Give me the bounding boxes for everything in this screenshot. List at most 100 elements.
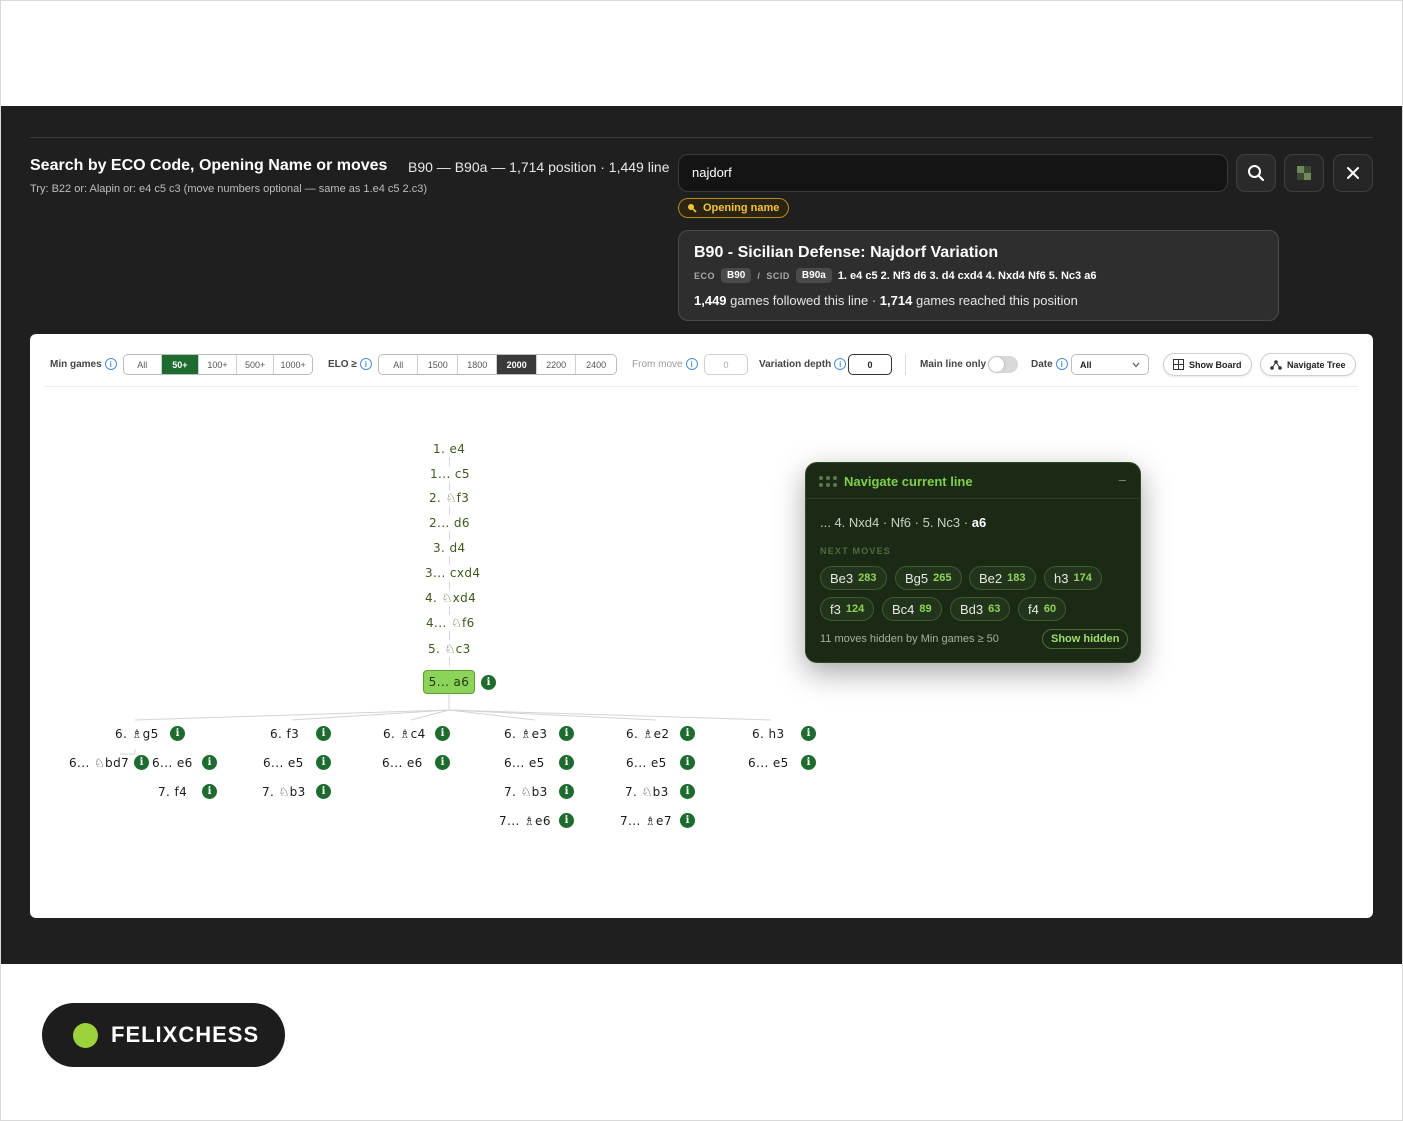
tree-move[interactable]: 7... ♗e6 <box>499 813 551 829</box>
result-stats: 1,449 games followed this line · 1,714 g… <box>694 293 1078 308</box>
info-icon[interactable]: i <box>202 755 217 770</box>
info-icon[interactable]: i <box>680 784 695 799</box>
collapse-button[interactable]: – <box>1119 472 1126 487</box>
current-line-move: a6 <box>971 515 987 530</box>
search-input[interactable]: najdorf <box>678 154 1228 192</box>
tree-move[interactable]: 7. ♘b3 <box>625 784 669 800</box>
next-move-chip[interactable]: Bc4 89 <box>882 597 942 621</box>
info-icon[interactable]: i <box>316 784 331 799</box>
info-icon[interactable]: i <box>559 813 574 828</box>
tree-move[interactable]: 3. d4 <box>433 540 466 556</box>
result-title: B90 - Sicilian Defense: Najdorf Variatio… <box>694 244 999 261</box>
tree-move[interactable]: 5. ♘c3 <box>428 641 471 657</box>
next-move-chip[interactable]: f3 124 <box>820 597 875 621</box>
tree-move[interactable]: 2... d6 <box>429 515 470 531</box>
tree-connector <box>449 531 450 540</box>
next-move-san: Be3 <box>830 570 854 586</box>
next-move-chip[interactable]: Bg5 265 <box>895 566 962 590</box>
current-move-node[interactable]: 5... a6 <box>423 670 475 694</box>
drag-handle-icon[interactable] <box>819 476 837 488</box>
next-move-san: Bc4 <box>892 601 915 617</box>
tree-move[interactable]: 6. h3 <box>752 726 785 742</box>
info-icon[interactable]: i <box>680 726 695 741</box>
next-move-chip[interactable]: f4 60 <box>1018 597 1067 621</box>
board-icon <box>1297 166 1311 180</box>
show-hidden-button[interactable]: Show hidden <box>1042 629 1129 649</box>
tree-move[interactable]: 6. f3 <box>270 726 299 742</box>
tree-move[interactable]: 6. ♗c4 <box>383 726 426 742</box>
info-icon[interactable]: i <box>435 755 450 770</box>
tree-move[interactable]: 6... e6 <box>152 755 193 771</box>
navigator-header[interactable]: Navigate current line – <box>806 463 1140 499</box>
eco-label: ECO <box>694 270 716 281</box>
eco-code: B90 <box>721 268 752 283</box>
next-move-san: Bg5 <box>905 570 929 586</box>
search-button[interactable] <box>1236 154 1276 192</box>
brand-dot <box>73 1022 98 1048</box>
next-move-count: 183 <box>1007 572 1026 584</box>
tree-move[interactable]: 6... e5 <box>748 755 789 771</box>
info-icon[interactable]: i <box>801 726 816 741</box>
tree-move[interactable]: 1... c5 <box>430 466 470 482</box>
current-line-prefix: ... 4. Nxd4 · Nf6 · 5. Nc3 · <box>820 515 969 530</box>
tree-move[interactable]: 3... cxd4 <box>425 565 480 581</box>
info-icon[interactable]: i <box>559 726 574 741</box>
tree-move[interactable]: 6... e5 <box>504 755 545 771</box>
next-move-count: 124 <box>845 603 865 615</box>
next-move-chip[interactable]: Be3 283 <box>820 566 887 590</box>
next-move-count: 265 <box>933 572 952 584</box>
info-icon[interactable]: i <box>316 726 331 741</box>
result-codes: ECO B90 / SCID B90a 1. e4 c5 2. Nf3 d6 3… <box>694 268 1096 283</box>
tree-move[interactable]: 6. ♗e3 <box>504 726 547 742</box>
divider <box>30 137 1373 138</box>
tree-move[interactable]: 7. f4 <box>158 784 187 800</box>
tree-move[interactable]: 4... ♘f6 <box>426 615 475 631</box>
current-line: ... 4. Nxd4 · Nf6 · 5. Nc3 · a6 <box>820 515 986 530</box>
info-icon[interactable]: i <box>134 755 149 770</box>
next-move-san: f3 <box>830 601 841 617</box>
tree-move[interactable]: 6. ♗e2 <box>626 726 669 742</box>
next-move-chip[interactable]: h3 174 <box>1044 566 1102 590</box>
navigate-line-panel[interactable]: Navigate current line – ... 4. Nxd4 · Nf… <box>805 462 1141 663</box>
info-icon[interactable]: i <box>435 726 450 741</box>
board-toggle-button[interactable] <box>1284 154 1324 192</box>
tree-move[interactable]: 6... ♘bd7 <box>69 755 129 771</box>
next-move-count: 60 <box>1043 603 1057 615</box>
tree-move[interactable]: 7. ♘b3 <box>262 784 306 800</box>
info-icon[interactable]: i <box>316 755 331 770</box>
info-icon[interactable]: i <box>801 755 816 770</box>
next-move-chip[interactable]: Bd3 63 <box>950 597 1011 621</box>
tree-move[interactable]: 6... e5 <box>626 755 667 771</box>
next-move-chip[interactable]: Be2 183 <box>969 566 1036 590</box>
info-icon[interactable]: i <box>559 755 574 770</box>
result-summary: B90 — B90a — 1,714 position · 1,449 line <box>408 159 670 175</box>
navigator-title: Navigate current line <box>844 474 973 489</box>
info-icon[interactable]: i <box>202 784 217 799</box>
tree-move[interactable]: 1. e4 <box>433 441 465 457</box>
close-button[interactable] <box>1333 154 1373 192</box>
tree-connector <box>449 457 450 466</box>
info-icon[interactable]: i <box>680 813 695 828</box>
search-result-card[interactable]: B90 - Sicilian Defense: Najdorf Variatio… <box>678 230 1279 321</box>
tree-move[interactable]: 6. ♗g5 <box>115 726 159 742</box>
next-move-count: 89 <box>919 603 932 615</box>
tree-connector <box>449 506 450 515</box>
brand-logo: FELIXCHESS <box>42 1003 285 1067</box>
close-icon <box>1347 167 1359 179</box>
tree-move[interactable]: 7... ♗e7 <box>620 813 672 829</box>
tree-move[interactable]: 2. ♘f3 <box>429 490 469 506</box>
info-icon[interactable]: i <box>559 784 574 799</box>
search-title: Search by ECO Code, Opening Name or move… <box>30 157 388 174</box>
tree-connector <box>449 606 450 615</box>
tree-move[interactable]: 6... e6 <box>382 755 423 771</box>
code-separator: / <box>757 270 761 281</box>
info-icon[interactable]: i <box>680 755 695 770</box>
info-icon[interactable]: i <box>170 726 185 741</box>
tree-connector <box>449 657 450 666</box>
tree-move[interactable]: 7. ♘b3 <box>504 784 548 800</box>
info-icon[interactable]: i <box>481 675 496 690</box>
search-icon <box>688 204 697 213</box>
tree-move[interactable]: 4. ♘xd4 <box>425 590 476 606</box>
tree-move[interactable]: 6... e5 <box>263 755 304 771</box>
result-moves: 1. e4 c5 2. Nf3 d6 3. d4 cxd4 4. Nxd4 Nf… <box>837 269 1097 282</box>
